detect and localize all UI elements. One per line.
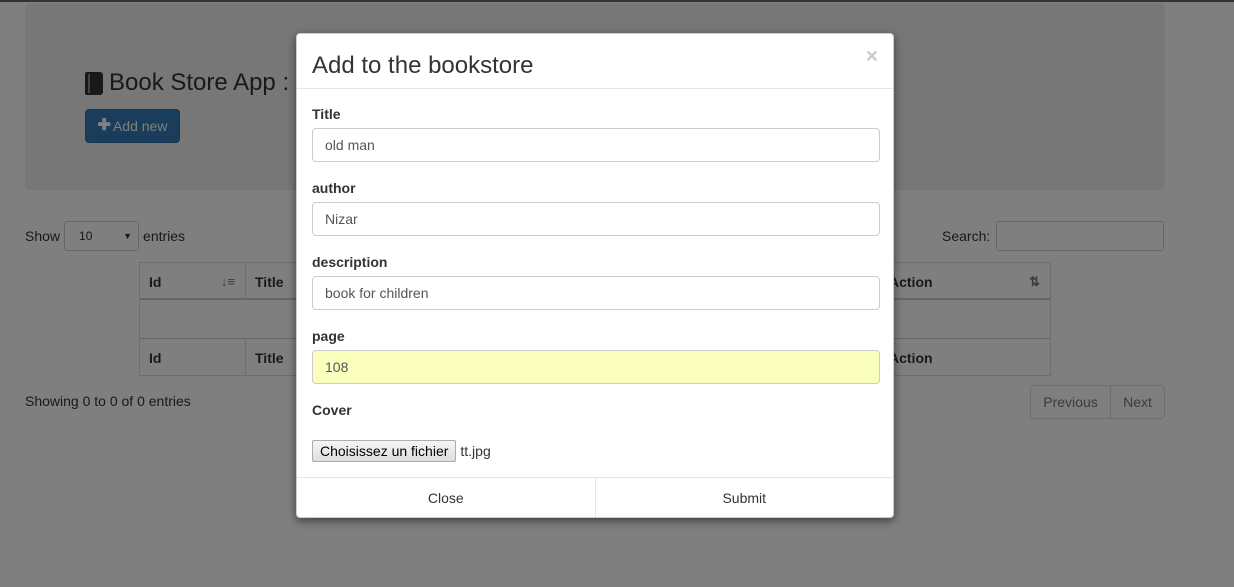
page-label: page (312, 328, 345, 344)
description-input[interactable]: book for children (312, 276, 880, 310)
close-button[interactable]: Close (297, 478, 596, 517)
title-input[interactable]: old man (312, 128, 880, 162)
author-input[interactable]: Nizar (312, 202, 880, 236)
submit-button[interactable]: Submit (596, 478, 894, 517)
author-label: author (312, 180, 356, 196)
modal-title: Add to the bookstore (312, 52, 534, 79)
page-input[interactable]: 108 (312, 350, 880, 384)
add-book-modal: Add to the bookstore × Title old man aut… (296, 33, 894, 518)
cover-file-name: tt.jpg (460, 443, 491, 459)
cover-label: Cover (312, 402, 352, 418)
description-label: description (312, 254, 388, 270)
choose-file-button[interactable]: Choisissez un fichier (312, 440, 457, 462)
modal-header: Add to the bookstore × (297, 34, 893, 89)
cover-file-field: Choisissez un fichier tt.jpg (312, 440, 491, 462)
close-icon[interactable]: × (866, 46, 878, 67)
title-label: Title (312, 106, 341, 122)
modal-footer: Close Submit (297, 477, 893, 517)
